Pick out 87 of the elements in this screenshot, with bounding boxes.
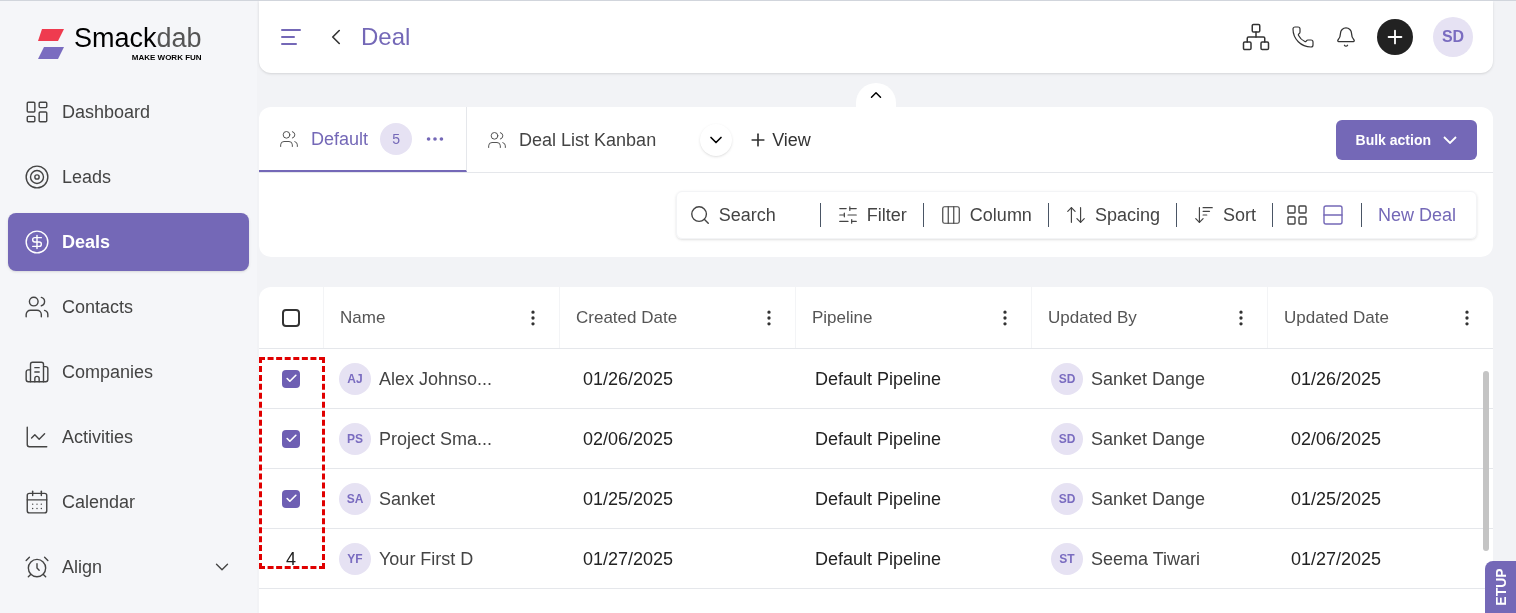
chevron-icon (1443, 135, 1457, 144)
table-cell-text: 02/06/2025 (1290, 427, 1383, 451)
table-cell-text: Default Pipeline (814, 427, 943, 451)
logo-icon (36, 27, 66, 61)
grid-view-icon[interactable] (1284, 203, 1309, 227)
table-cell-text: Sanket Dange (1091, 367, 1206, 391)
tool-icon (1064, 204, 1087, 226)
avatar: PS (339, 422, 371, 455)
bulk-action-button[interactable]: Bulk action (1335, 119, 1477, 160)
view-tab[interactable]: Default 5 (259, 107, 468, 172)
sidebar-item[interactable]: Companies (8, 343, 249, 401)
table-cell-text: Default Pipeline (814, 487, 943, 511)
avatar: AJ (339, 362, 371, 395)
tool-icon (836, 204, 859, 226)
sidebar-item[interactable]: Leads (8, 148, 249, 206)
search-icon (688, 204, 711, 226)
column-header[interactable]: Pipeline (812, 304, 873, 331)
add-button[interactable] (1377, 19, 1413, 55)
check-icon (284, 372, 298, 385)
nav-icon (24, 554, 50, 580)
toolbar-button[interactable]: Filter (828, 201, 915, 229)
avatar: SA (339, 482, 371, 515)
deal-name[interactable]: Alex Johnso... (379, 364, 493, 393)
column-header[interactable]: Updated By (1048, 304, 1137, 331)
count-badge: 5 (380, 122, 413, 155)
sidebar-item[interactable]: Contacts (8, 278, 249, 336)
table-cell-text: 02/06/2025 (582, 427, 675, 451)
sidebar-item[interactable]: Calendar (8, 473, 249, 531)
column-header[interactable]: Name (340, 304, 386, 331)
table-cell-text: 01/27/2025 (1290, 547, 1383, 571)
deal-name[interactable]: Your First D (379, 544, 474, 573)
toolbar-button[interactable]: Column (931, 201, 1040, 229)
search-button[interactable]: Search (688, 201, 812, 229)
nav-icon (24, 164, 50, 190)
sidebar-item[interactable]: Dashboard (8, 83, 249, 141)
sidebar-item[interactable]: Deals (8, 213, 249, 271)
deal-name[interactable]: Project Sma... (379, 424, 493, 453)
nav-icon (24, 424, 50, 450)
avatar: YF (339, 542, 371, 575)
add-view-button[interactable]: View (748, 107, 811, 172)
row-checkbox[interactable] (282, 369, 300, 388)
tool-icon (1192, 204, 1215, 226)
users-icon (279, 128, 299, 149)
table-cell-text: 01/26/2025 (582, 367, 675, 391)
brand-tagline: MAKE WORK FUN (131, 52, 202, 64)
new-deal-link[interactable]: New Deal (1369, 201, 1464, 229)
bell-icon[interactable] (1335, 26, 1357, 48)
table-cell-text: Sanket Dange (1091, 427, 1206, 451)
setup-tab[interactable]: ETUP (1485, 561, 1516, 613)
column-header[interactable]: Updated Date (1284, 304, 1389, 331)
table-cell-text: Default Pipeline (814, 367, 943, 391)
sidebar-item[interactable]: Align (8, 538, 249, 596)
row-checkbox[interactable] (282, 429, 300, 448)
avatar: SD (1051, 422, 1083, 455)
sidebar-item[interactable]: Activities (8, 408, 249, 466)
nav-icon (24, 229, 50, 255)
row-checkbox[interactable] (282, 489, 300, 508)
nav-icon (24, 294, 50, 320)
table-cell-text: 01/25/2025 (582, 487, 675, 511)
toolbar-button[interactable]: Sort (1184, 201, 1264, 229)
toolbar-button[interactable]: Spacing (1056, 201, 1168, 229)
avatar: ST (1051, 542, 1083, 575)
table-cell-text: 01/26/2025 (1290, 367, 1383, 391)
table-cell-text: 01/27/2025 (582, 547, 675, 571)
list-view-icon[interactable] (1320, 203, 1345, 227)
avatar: SD (1051, 482, 1083, 515)
column-header[interactable]: Created Date (576, 304, 678, 331)
collapse-button[interactable] (856, 83, 896, 107)
table-cell-text: 01/25/2025 (1290, 487, 1383, 511)
check-icon (284, 432, 298, 445)
row-number: 4 (286, 547, 296, 571)
check-icon (284, 492, 298, 505)
select-all-checkbox[interactable] (282, 308, 300, 327)
avatar: SD (1051, 362, 1083, 395)
nav-icon (24, 489, 50, 515)
table-cell-text: Seema Tiwari (1091, 547, 1201, 571)
deal-name[interactable]: Sanket (379, 484, 436, 513)
phone-icon[interactable] (1291, 25, 1315, 49)
table-cell-text: Default Pipeline (814, 547, 943, 571)
brand-name: Smackdab (74, 24, 202, 52)
nav-icon (24, 99, 50, 125)
page-title: Deal (361, 22, 412, 52)
tool-icon (939, 204, 962, 226)
users-icon (487, 129, 508, 150)
table-cell-text: Sanket Dange (1091, 487, 1206, 511)
nav-icon (24, 359, 50, 385)
view-tab[interactable]: Deal List Kanban (467, 107, 677, 172)
